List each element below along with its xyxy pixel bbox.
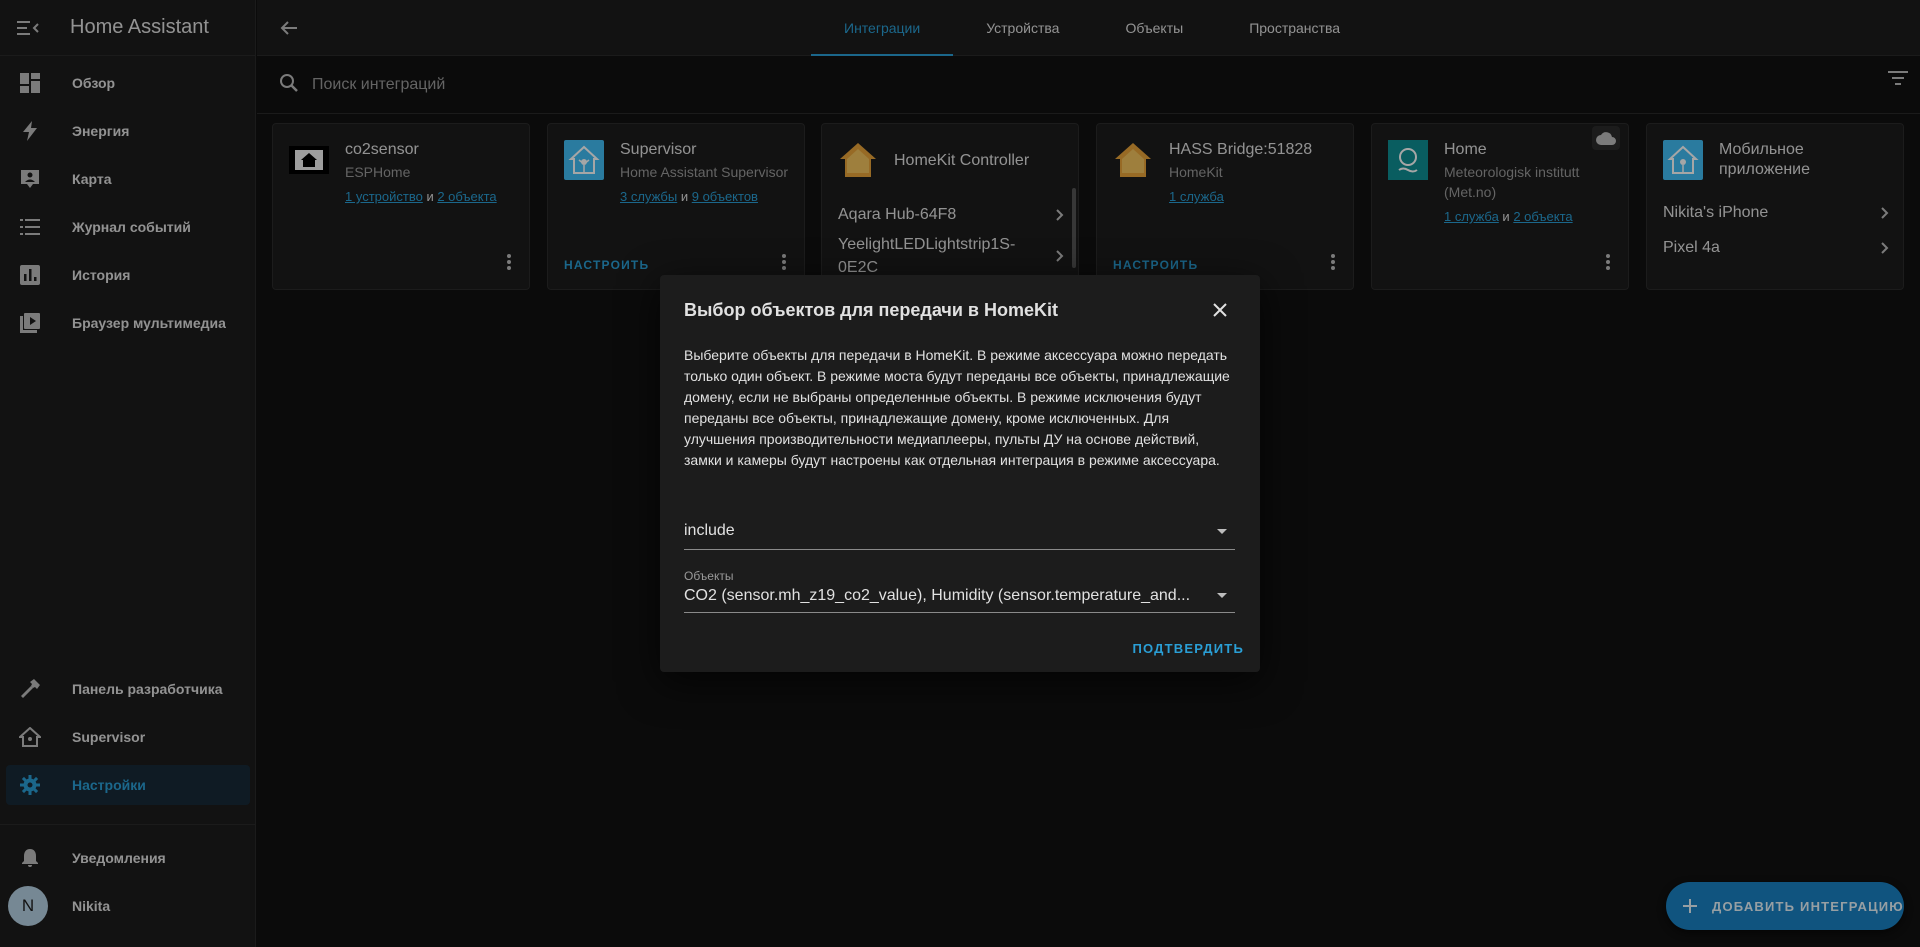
mode-select[interactable]: include — [684, 520, 1235, 550]
confirm-button[interactable]: ПОДТВЕРДИТЬ — [1133, 641, 1245, 656]
dialog-title: Выбор объектов для передачи в HomeKit — [684, 300, 1058, 320]
dialog-description: Выберите объекты для передачи в HomeKit.… — [684, 347, 1230, 468]
caret-down-icon — [1217, 529, 1227, 534]
entities-select[interactable]: Объекты CO2 (sensor.mh_z19_co2_value), H… — [684, 569, 1235, 613]
close-icon — [1213, 303, 1227, 317]
entities-select-label: Объекты — [684, 569, 734, 583]
entities-select-value: CO2 (sensor.mh_z19_co2_value), Humidity … — [684, 587, 1191, 604]
caret-down-icon — [1217, 593, 1227, 598]
close-button[interactable] — [1208, 298, 1232, 327]
mode-select-value: include — [684, 522, 735, 539]
homekit-entities-dialog: Выбор объектов для передачи в HomeKit Вы… — [660, 275, 1260, 672]
